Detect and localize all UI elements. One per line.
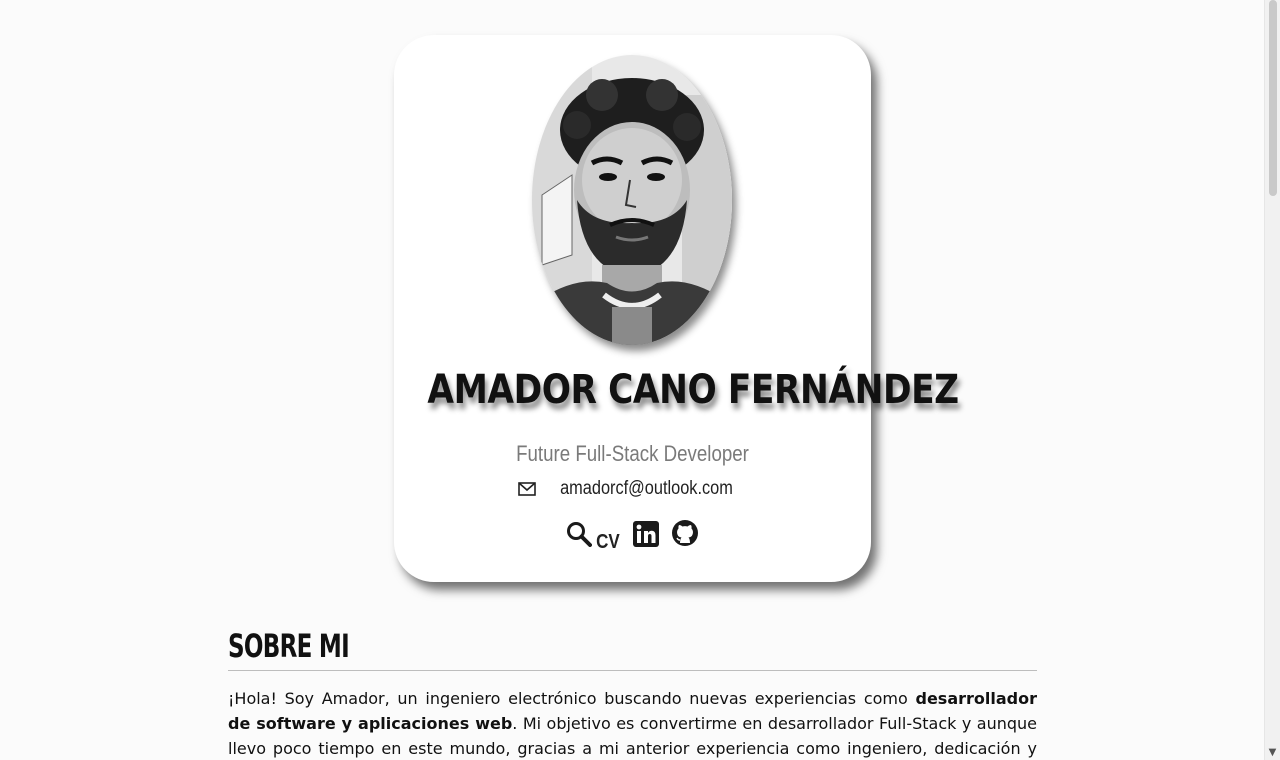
mail-icon xyxy=(518,482,536,496)
profile-role: Future Full-Stack Developer xyxy=(516,441,749,466)
github-icon[interactable] xyxy=(671,519,699,552)
avatar xyxy=(532,55,732,345)
email-link[interactable]: amadorcf@outlook.com xyxy=(394,478,871,500)
about-paragraph: ¡Hola! Soy Amador, un ingeniero electrón… xyxy=(228,686,1037,760)
vertical-scrollbar[interactable]: ▼ xyxy=(1264,0,1280,760)
profile-card: AMADOR CANO FERNÁNDEZ Future Full-Stack … xyxy=(394,35,959,582)
email-text[interactable]: amadorcf@outlook.com xyxy=(560,478,733,500)
cv-link[interactable]: CV xyxy=(566,521,622,554)
about-divider xyxy=(228,670,1037,671)
search-icon[interactable] xyxy=(566,521,592,552)
about-text-part1: ¡Hola! Soy Amador, un ingeniero electrón… xyxy=(228,689,916,708)
linkedin-icon[interactable] xyxy=(633,521,660,552)
about-title: SOBRE MI xyxy=(228,627,350,665)
cv-label[interactable]: CV xyxy=(596,531,620,554)
scroll-down-arrow-icon[interactable]: ▼ xyxy=(1267,747,1278,758)
profile-name: AMADOR CANO FERNÁNDEZ xyxy=(427,367,959,413)
scrollbar-thumb[interactable] xyxy=(1269,0,1277,196)
social-links: CV xyxy=(394,519,871,554)
